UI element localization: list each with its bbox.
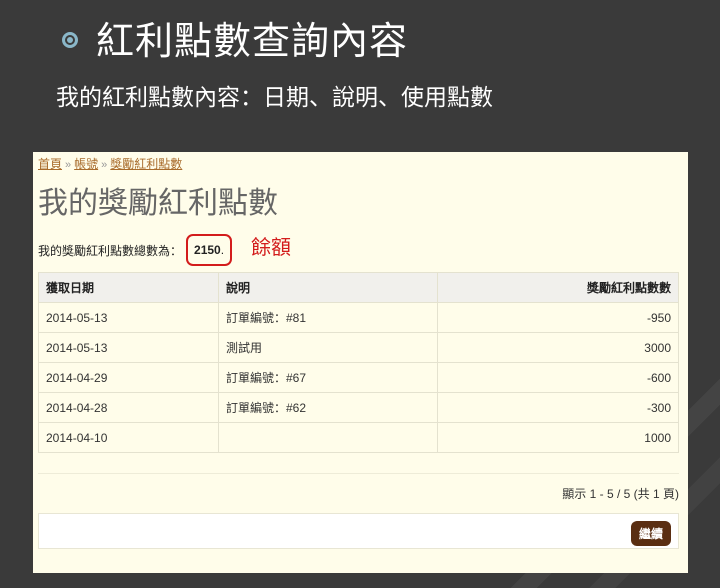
circle-bullet-icon [62,31,78,48]
cell-date: 2014-04-29 [38,362,219,393]
cell-date: 2014-04-10 [38,422,219,453]
reward-points-page: 首頁» 帳號» 獎勵紅利點數 我的獎勵紅利點數 我的獎勵紅利點數總數為： 2150.… [33,152,688,573]
points-total-highlight: 2150. [186,234,233,266]
column-header-description: 說明 [218,272,438,303]
points-total-label: 我的獎勵紅利點數總數為： [38,243,183,258]
table-row: 2014-05-13 測試用 3000 [38,332,679,363]
cell-date: 2014-04-28 [38,392,219,423]
divider [38,473,679,474]
column-header-date: 獲取日期 [38,272,219,303]
slide-title: 紅利點數查詢內容 [62,10,408,65]
balance-annotation: 餘額 [251,235,291,259]
breadcrumb-reward-points[interactable]: 獎勵紅利點數 [110,157,182,171]
slide-subtitle: 我的紅利點數內容：日期、說明、使用點數 [56,85,493,111]
points-table: 獲取日期 說明 獎勵紅利點數數 2014-05-13 訂單編號：#81 -950… [38,272,679,453]
cell-description: 訂單編號：#81 [218,302,438,333]
column-header-points: 獎勵紅利點數數 [437,272,679,303]
cell-points: -600 [437,362,679,393]
button-bar: 繼續 [38,513,679,549]
pagination-info: 顯示 1 - 5 / 5 (共 1 頁) [562,487,679,501]
table-row: 2014-04-10 1000 [38,422,679,453]
cell-date: 2014-05-13 [38,302,219,333]
cell-description [218,422,438,453]
breadcrumb-separator: » [65,159,72,171]
points-total-value: 2150 [194,243,221,257]
cell-description: 測試用 [218,332,438,363]
points-total-suffix: . [220,243,225,257]
table-row: 2014-04-29 訂單編號：#67 -600 [38,362,679,393]
continue-button[interactable]: 繼續 [630,521,671,546]
cell-description: 訂單編號：#62 [218,392,438,423]
breadcrumb-home[interactable]: 首頁 [38,157,62,171]
table-row: 2014-05-13 訂單編號：#81 -950 [38,302,679,333]
cell-description: 訂單編號：#67 [218,362,438,393]
page-title: 我的獎勵紅利點數 [38,186,278,221]
cell-date: 2014-05-13 [38,332,219,363]
cell-points: 1000 [437,422,679,453]
points-total: 我的獎勵紅利點數總數為： 2150. [38,234,233,266]
breadcrumb-account[interactable]: 帳號 [74,157,98,171]
cell-points: -950 [437,302,679,333]
slide-title-text: 紅利點數查詢內容 [96,19,409,63]
table-header-row: 獲取日期 說明 獎勵紅利點數數 [38,272,679,303]
cell-points: -300 [437,392,679,423]
breadcrumb: 首頁» 帳號» 獎勵紅利點數 [38,155,182,172]
table-row: 2014-04-28 訂單編號：#62 -300 [38,392,679,423]
breadcrumb-separator: » [101,159,108,171]
cell-points: 3000 [437,332,679,363]
